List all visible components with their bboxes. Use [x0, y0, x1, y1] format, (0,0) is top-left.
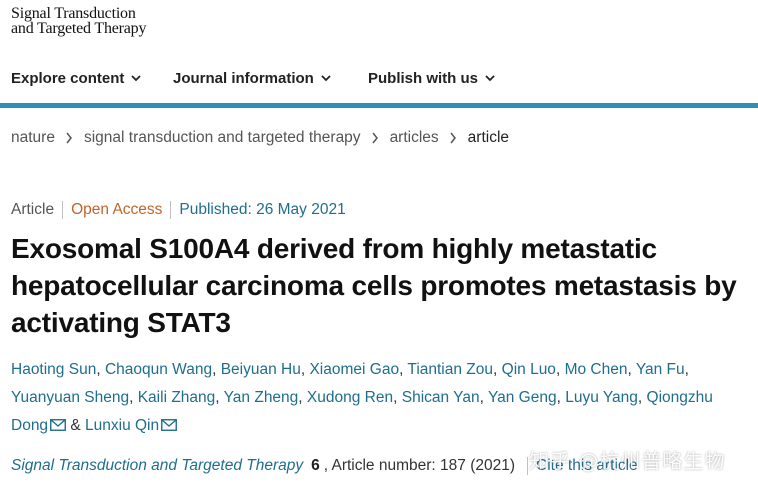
mail-icon[interactable]: [161, 419, 178, 431]
article-number: , Article number: 187 (2021): [323, 457, 516, 474]
author-link[interactable]: Lunxiu Qin: [85, 417, 159, 434]
author-separator: ,: [393, 389, 402, 406]
author-separator: ,: [96, 361, 105, 378]
breadcrumb-article: article: [467, 129, 510, 146]
chevron-right-icon: [450, 132, 456, 144]
published-date: Published: 26 May 2021: [179, 201, 346, 218]
author-link[interactable]: Qin Luo: [502, 361, 556, 378]
author-list: Haoting Sun, Chaoqun Wang, Beiyuan Hu, X…: [11, 356, 753, 440]
nav-accent-bar: [0, 103, 758, 108]
author-ampersand: &: [66, 417, 86, 434]
author-link[interactable]: Tiantian Zou: [407, 361, 493, 378]
meta-divider: [170, 201, 172, 219]
breadcrumb-articles[interactable]: articles: [390, 129, 439, 147]
nav-label: Explore content: [11, 69, 125, 87]
author-separator: ,: [684, 361, 689, 378]
author-separator: ,: [212, 361, 221, 378]
breadcrumb-journal[interactable]: signal transduction and targeted therapy: [84, 129, 361, 147]
author-separator: ,: [637, 389, 647, 406]
mail-icon[interactable]: [50, 419, 67, 431]
author-link[interactable]: Yuanyuan Sheng: [11, 389, 129, 406]
nav-journal-information[interactable]: Journal information: [173, 70, 331, 87]
citation-divider: [527, 457, 529, 475]
breadcrumb: nature signal transduction and targeted …: [11, 129, 509, 147]
chevron-down-icon: [131, 75, 141, 82]
author-link[interactable]: Yan Geng: [488, 389, 557, 406]
author-link[interactable]: Beiyuan Hu: [221, 361, 301, 378]
author-link[interactable]: Kaili Zhang: [138, 389, 216, 406]
author-separator: ,: [129, 389, 138, 406]
author-separator: ,: [556, 389, 566, 406]
meta-divider: [62, 201, 64, 219]
nav-label: Journal information: [173, 69, 314, 87]
author-separator: ,: [298, 389, 307, 406]
author-separator: ,: [555, 361, 565, 378]
nav-label: Publish with us: [368, 69, 479, 87]
main-nav: Explore content Journal information Publ…: [0, 56, 758, 100]
logo-line-2: and Targeted Therapy: [11, 20, 147, 37]
article-meta: Article Open Access Published: 26 May 20…: [11, 201, 346, 219]
chevron-down-icon: [321, 75, 331, 82]
logo-line-1: Signal Transduction: [11, 5, 136, 22]
article-type: Article: [11, 201, 55, 218]
author-link[interactable]: Xiaomei Gao: [309, 361, 399, 378]
volume-number: 6: [311, 457, 320, 474]
nav-publish-with-us[interactable]: Publish with us: [368, 70, 495, 87]
author-link[interactable]: Yan Fu: [636, 361, 685, 378]
author-link[interactable]: Yan Zheng: [224, 389, 299, 406]
watermark: 知乎 @杭州普略生物: [529, 449, 726, 473]
journal-name[interactable]: Signal Transduction and Targeted Therapy: [11, 457, 303, 475]
breadcrumb-nature[interactable]: nature: [11, 129, 55, 147]
author-link[interactable]: Mo Chen: [565, 361, 628, 378]
chevron-right-icon: [66, 132, 72, 144]
author-link[interactable]: Haoting Sun: [11, 361, 96, 378]
nav-explore-content[interactable]: Explore content: [11, 70, 141, 87]
chevron-down-icon: [485, 75, 495, 82]
open-access-label: Open Access: [71, 201, 163, 218]
author-link[interactable]: Shican Yan: [402, 389, 480, 406]
author-link[interactable]: Luyu Yang: [565, 389, 638, 406]
chevron-right-icon: [371, 132, 378, 144]
author-separator: ,: [215, 389, 224, 406]
author-link[interactable]: Xudong Ren: [307, 389, 393, 406]
journal-logo[interactable]: Signal Transduction and Targeted Therapy: [11, 5, 147, 37]
author-separator: ,: [493, 361, 502, 378]
article-title: Exosomal S100A4 derived from highly meta…: [11, 233, 737, 338]
author-separator: ,: [479, 389, 488, 406]
author-link[interactable]: Chaoqun Wang: [105, 361, 212, 378]
author-separator: ,: [627, 361, 636, 378]
